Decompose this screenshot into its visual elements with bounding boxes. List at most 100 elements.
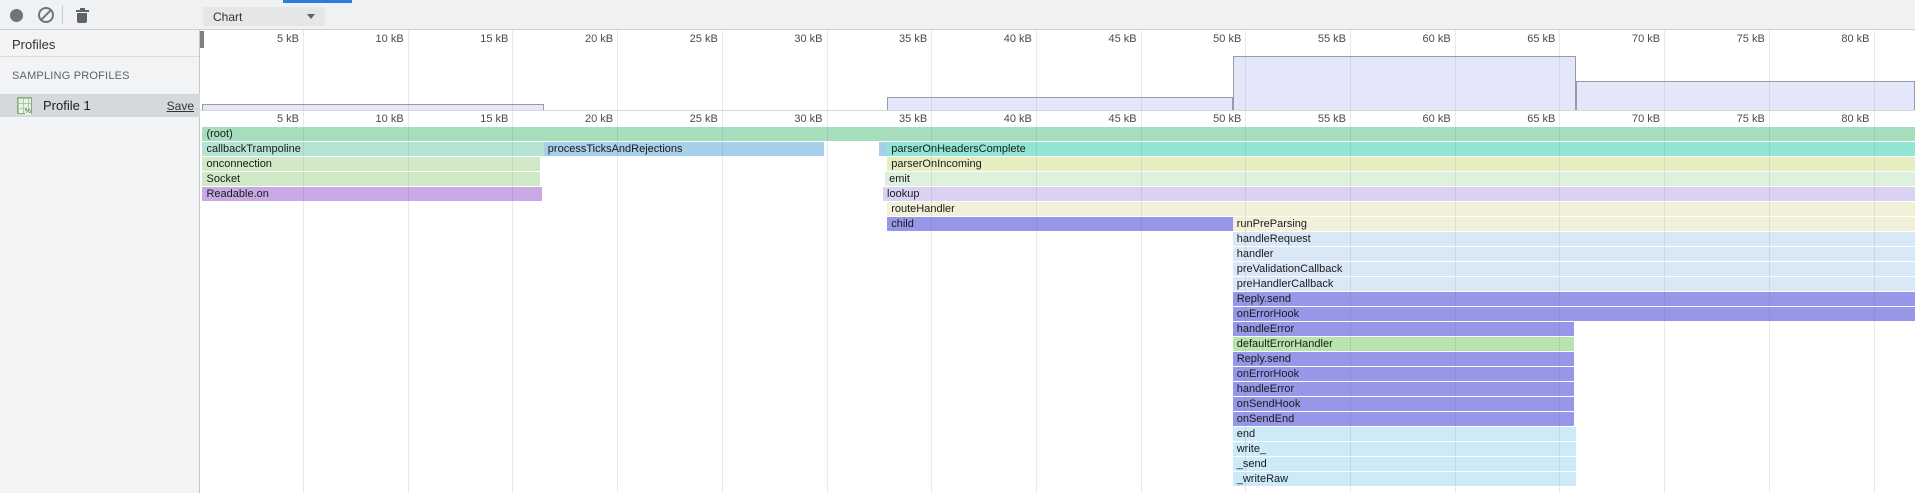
chevron-down-icon [307,14,315,19]
overview-step[interactable] [1233,56,1576,110]
gridline-60kb [1455,30,1456,493]
frame-onSendEnd[interactable]: onSendEnd [1233,412,1574,426]
axis-label-5kb: 5 kB [243,113,299,125]
frame-Reply.send[interactable]: Reply.send [1233,292,1915,306]
gridline-70kb [1664,30,1665,493]
axis-label-30kb: 30 kB [767,33,823,45]
gridline-10kb [408,30,409,493]
axis-label-65kb: 65 kB [1499,113,1555,125]
gridline-20kb [617,30,618,493]
axis-label-50kb: 50 kB [1185,113,1241,125]
axis-label-45kb: 45 kB [1081,113,1137,125]
frame-_send[interactable]: _send [1233,457,1576,471]
axis-label-30kb: 30 kB [767,113,823,125]
frame-root[interactable]: (root) [202,127,1915,141]
frame-processTicksAndRejections[interactable]: processTicksAndRejections [544,142,825,156]
frame-Readable.on[interactable]: Readable.on [202,187,541,201]
overview-step[interactable] [887,97,1233,110]
axis-label-35kb: 35 kB [871,113,927,125]
axis-label-65kb: 65 kB [1499,33,1555,45]
frame-preValidationCallback[interactable]: preValidationCallback [1233,262,1915,276]
flame-chart-pane: 5 kB 10 kB 15 kB 20 kB 25 kB 30 kB 35 kB 40 kB 4… [200,30,1915,493]
axis-label-15kb: 15 kB [452,33,508,45]
axis-label-20kb: 20 kB [557,113,613,125]
frame-callbackTrampoline[interactable]: callbackTrampoline [202,142,543,156]
frame-onErrorHook-2[interactable]: onErrorHook [1233,367,1574,381]
axis-label-70kb: 70 kB [1604,33,1660,45]
frame-onSendHook[interactable]: onSendHook [1233,397,1574,411]
view-mode-value: Chart [213,10,307,24]
frame-processTicksAndRejections-2[interactable] [879,142,887,156]
frame-end[interactable]: end [1233,427,1576,441]
vertical-scrollbar-thumb[interactable] [200,31,204,48]
frame-onconnection[interactable]: onconnection [202,157,539,171]
frame-parserOnIncoming[interactable]: parserOnIncoming [887,157,1915,171]
clear-icon [38,7,54,23]
gridline-25kb [722,30,723,493]
gridline-35kb [931,30,932,493]
axis-label-45kb: 45 kB [1081,33,1137,45]
frame-Socket[interactable]: Socket [202,172,539,186]
frame-handleError[interactable]: handleError [1233,322,1574,336]
frame-preHandlerCallback[interactable]: preHandlerCallback [1233,277,1915,291]
frame-emit[interactable]: emit [885,172,1915,186]
sidebar-divider [0,56,199,57]
axis-label-35kb: 35 kB [871,33,927,45]
axis-label-60kb: 60 kB [1395,113,1451,125]
axis-label-75kb: 75 kB [1709,113,1765,125]
record-icon [10,9,23,22]
save-profile-link[interactable]: Save [167,99,194,113]
axis-label-75kb: 75 kB [1709,33,1765,45]
sidebar-item-profile-1[interactable]: % Profile 1 Save [0,94,200,117]
frame-routeHandler[interactable]: routeHandler [887,202,1915,216]
overview-divider [200,110,1915,111]
overview-step[interactable] [1576,81,1915,110]
frame-Reply.send-2[interactable]: Reply.send [1233,352,1574,366]
axis-label-55kb: 55 kB [1290,113,1346,125]
gridline-65kb [1559,30,1560,493]
toolbar-separator [62,5,63,24]
active-tab-indicator [283,0,352,3]
gridline-50kb [1245,30,1246,493]
frame-defaultErrorHandler[interactable]: defaultErrorHandler [1233,337,1574,351]
axis-label-50kb: 50 kB [1185,33,1241,45]
gridline-45kb [1141,30,1142,493]
frame-lookup[interactable]: lookup [883,187,1915,201]
axis-label-40kb: 40 kB [976,113,1032,125]
gridline-30kb [827,30,828,493]
frame-handler[interactable]: handler [1233,247,1915,261]
axis-label-25kb: 25 kB [662,113,718,125]
frame-parserOnHeadersComplete[interactable]: parserOnHeadersComplete [887,142,1915,156]
frame-handleRequest[interactable]: handleRequest [1233,232,1915,246]
axis-label-60kb: 60 kB [1395,33,1451,45]
frame-_writeRaw[interactable]: _writeRaw [1233,472,1576,486]
axis-label-10kb: 10 kB [348,113,404,125]
gridline-55kb [1350,30,1351,493]
delete-profile-button[interactable] [71,4,93,26]
profiles-sidebar: Profiles SAMPLING PROFILES % Profile 1 S… [0,30,200,493]
sampling-profiles-header: SAMPLING PROFILES [12,70,130,82]
frame-child[interactable]: child [887,217,1233,231]
axis-label-25kb: 25 kB [662,33,718,45]
gridline-15kb [512,30,513,493]
profile-name: Profile 1 [43,98,167,113]
trash-icon [76,8,89,23]
record-button[interactable] [5,4,27,26]
frame-write_[interactable]: write_ [1233,442,1576,456]
axis-label-5kb: 5 kB [243,33,299,45]
frame-onErrorHook[interactable]: onErrorHook [1233,307,1915,321]
axis-label-10kb: 10 kB [348,33,404,45]
view-mode-dropdown[interactable]: Chart [203,7,325,26]
gridline-40kb [1036,30,1037,493]
gridline-80kb [1874,30,1875,493]
frame-runPreParsing[interactable]: runPreParsing [1233,217,1915,231]
toolbar: Chart [0,0,1915,30]
memory-profiler-panel: Chart Profiles SAMPLING PROFILES % Profi… [0,0,1915,493]
axis-label-15kb: 15 kB [452,113,508,125]
axis-label-70kb: 70 kB [1604,113,1660,125]
frame-handleError-2[interactable]: handleError [1233,382,1574,396]
profile-icon: % [17,97,32,114]
clear-all-button[interactable] [35,4,57,26]
axis-label-20kb: 20 kB [557,33,613,45]
gridline-5kb [303,30,304,493]
